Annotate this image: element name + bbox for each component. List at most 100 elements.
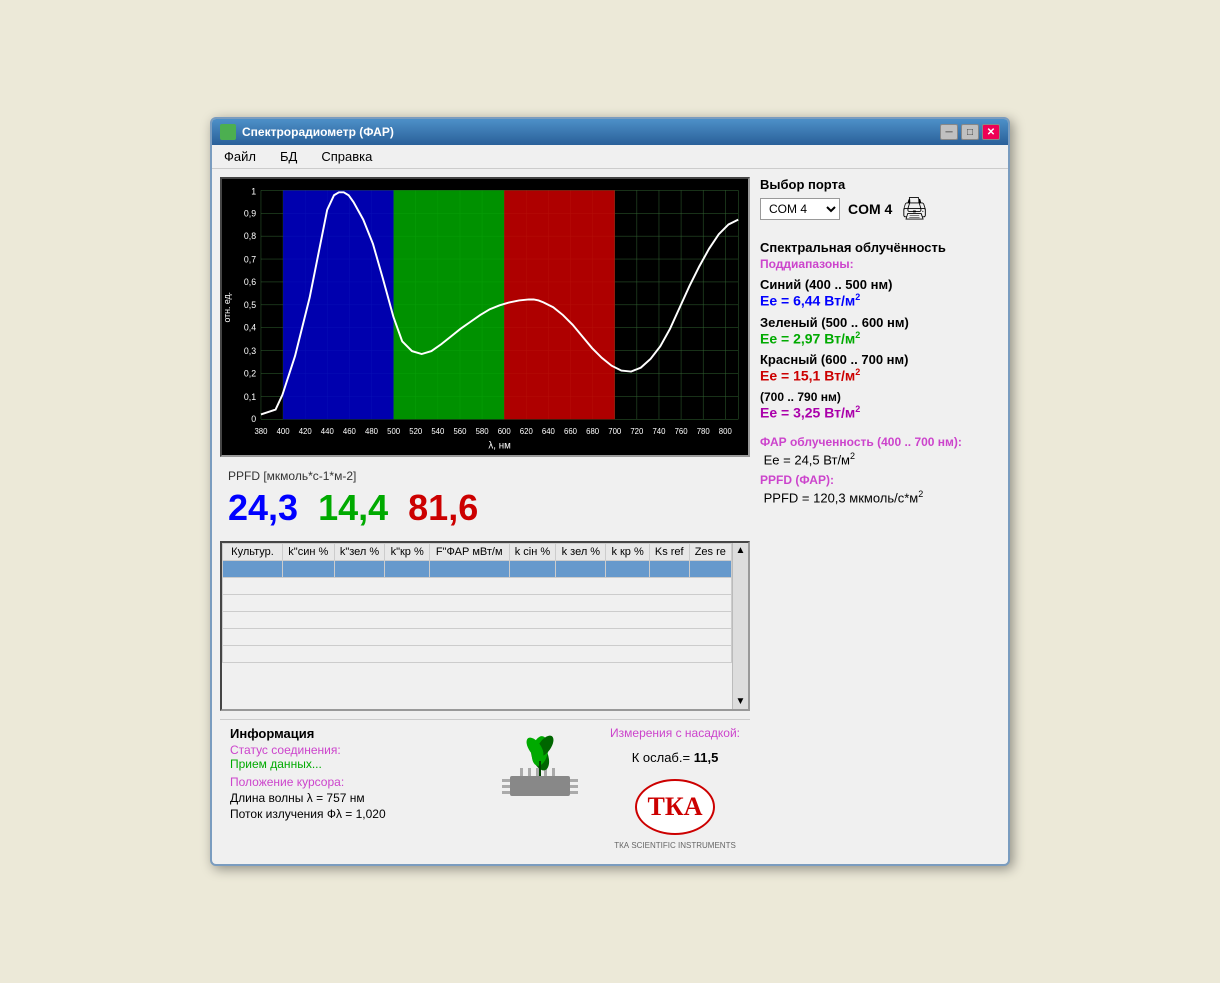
- data-table-container: Культур. k"син % k"зел % k"кр % F"ФАР мВ…: [220, 541, 750, 711]
- spectrum-chart: 1 0,9 0,8 0,7 0,6 0,5 0,4 0,3 0,2 0,1 0 …: [220, 177, 750, 457]
- svg-text:0,9: 0,9: [244, 209, 256, 219]
- svg-text:560: 560: [453, 427, 467, 436]
- svg-text:380: 380: [254, 427, 268, 436]
- far-section-label: ФАР облученность (400 .. 700 нм):: [760, 435, 1000, 449]
- k-value: 11,5: [694, 750, 719, 765]
- cell-kkr: [385, 561, 429, 578]
- info-left: Информация Статус соединения: Прием данн…: [230, 726, 470, 821]
- svg-text:440: 440: [321, 427, 335, 436]
- table-header-row: Культур. k"син % k"зел % k"кр % F"ФАР мВ…: [223, 544, 732, 561]
- window-title: Спектрорадиометр (ФАР): [242, 125, 394, 139]
- wavelength-label: Длина волны λ: [230, 791, 313, 805]
- spectral-section: Спектральная облучённость Поддиапазоны: …: [760, 234, 1000, 421]
- menu-db[interactable]: БД: [276, 147, 301, 166]
- ppfd-far-value: PPFD = 120,3 мкмоль/с*м2: [760, 489, 1000, 505]
- cell-ffar: [429, 561, 509, 578]
- info-title: Информация: [230, 726, 470, 741]
- red-band-value: Ее = 15,1 Вт/м2: [760, 367, 1000, 384]
- wavelength-value: = 757 нм: [316, 791, 365, 805]
- table-scroll[interactable]: Культур. k"син % k"зел % k"кр % F"ФАР мВ…: [222, 543, 732, 709]
- svg-text:0,8: 0,8: [244, 231, 256, 241]
- tka-logo: ТКА: [635, 779, 715, 835]
- menu-help[interactable]: Справка: [317, 147, 376, 166]
- cell-zesre: [689, 561, 731, 578]
- printer-icon[interactable]: 🖨: [900, 196, 928, 222]
- svg-text:0,3: 0,3: [244, 346, 256, 356]
- svg-text:отн. ед.: отн. ед.: [222, 292, 232, 323]
- green-band-label: Зеленый (500 .. 600 нм): [760, 315, 1000, 330]
- svg-text:0,1: 0,1: [244, 392, 256, 402]
- ppfd-far-label: PPFD (ФАР):: [760, 473, 1000, 487]
- svg-text:520: 520: [409, 427, 423, 436]
- info-section: Информация Статус соединения: Прием данн…: [220, 719, 750, 856]
- k-row: К ослаб.= 11,5: [632, 750, 719, 765]
- col-kkr: k"кр %: [385, 544, 429, 561]
- menu-file[interactable]: Файл: [220, 147, 260, 166]
- position-label: Положение курсора:: [230, 775, 470, 789]
- flux-value: = 1,020: [345, 807, 385, 821]
- svg-text:760: 760: [675, 427, 689, 436]
- svg-text:640: 640: [542, 427, 556, 436]
- col-ksref: Ks ref: [649, 544, 689, 561]
- table-row[interactable]: [223, 629, 732, 646]
- svg-text:800: 800: [719, 427, 733, 436]
- table-row[interactable]: [223, 595, 732, 612]
- svg-text:540: 540: [431, 427, 445, 436]
- status-label: Статус соединения:: [230, 743, 470, 757]
- measurement-label: Измерения с насадкой:: [610, 726, 740, 740]
- cell-kkr2: [606, 561, 650, 578]
- spectral-title: Спектральная облучённость: [760, 240, 1000, 255]
- svg-text:680: 680: [586, 427, 600, 436]
- cell-kzel2: [556, 561, 606, 578]
- svg-text:720: 720: [630, 427, 644, 436]
- far-band-label: (700 .. 790 нм): [760, 390, 1000, 404]
- svg-text:400: 400: [277, 427, 291, 436]
- table-row[interactable]: [223, 561, 732, 578]
- col-ksin2: k сін %: [509, 544, 556, 561]
- minimize-button[interactable]: ─: [940, 124, 958, 140]
- svg-text:0: 0: [251, 414, 256, 424]
- scrollbar-vertical[interactable]: ▲ ▼: [732, 543, 748, 709]
- port-section: Выбор порта COM 1 COM 2 COM 3 COM 4 COM …: [760, 177, 1000, 222]
- main-window: Спектрорадиометр (ФАР) ─ □ ✕ Файл БД Спр…: [210, 117, 1010, 866]
- cell-kzel: [334, 561, 385, 578]
- flux-label: Поток излучения Фλ: [230, 807, 342, 821]
- ppfd-blue-value: 24,3: [228, 487, 298, 529]
- blue-band-value: Ее = 6,44 Вт/м2: [760, 292, 1000, 309]
- green-band-value: Ее = 2,97 Вт/м2: [760, 330, 1000, 347]
- svg-text:580: 580: [476, 427, 490, 436]
- right-panel: Выбор порта COM 1 COM 2 COM 3 COM 4 COM …: [760, 177, 1000, 856]
- ppfd-values: 24,3 14,4 81,6: [228, 487, 742, 529]
- measurement-section: Измерения с насадкой: К ослаб.= 11,5 ТКА…: [610, 726, 740, 850]
- red-band-label: Красный (600 .. 700 нм): [760, 352, 1000, 367]
- far-section: ФАР облученность (400 .. 700 нм): Ее = 2…: [760, 435, 1000, 506]
- ppfd-section: PPFD [мкмоль*с-1*м-2] 24,3 14,4 81,6: [220, 465, 750, 533]
- svg-text:0,7: 0,7: [244, 254, 256, 264]
- table-row[interactable]: [223, 612, 732, 629]
- port-select[interactable]: COM 1 COM 2 COM 3 COM 4 COM 5: [760, 198, 840, 220]
- maximize-button[interactable]: □: [961, 124, 979, 140]
- svg-text:0,2: 0,2: [244, 368, 256, 378]
- table-row[interactable]: [223, 646, 732, 663]
- col-ffar: F"ФАР мВт/м: [429, 544, 509, 561]
- svg-text:0,5: 0,5: [244, 300, 256, 310]
- svg-text:1: 1: [251, 186, 256, 196]
- col-zesre: Zes re: [689, 544, 731, 561]
- col-kkr2: k кр %: [606, 544, 650, 561]
- svg-text:0,4: 0,4: [244, 323, 256, 333]
- far-ee-value: Ее = 24,5 Вт/м2: [760, 451, 1000, 467]
- flux-row: Поток излучения Фλ = 1,020: [230, 807, 470, 821]
- far-band-value: Ее = 3,25 Вт/м2: [760, 404, 1000, 421]
- menubar: Файл БД Справка: [212, 145, 1008, 169]
- svg-text:λ, нм: λ, нм: [488, 441, 511, 452]
- col-kzel: k"зел %: [334, 544, 385, 561]
- table-row[interactable]: [223, 578, 732, 595]
- wavelength-row: Длина волны λ = 757 нм: [230, 791, 470, 805]
- col-culture: Культур.: [223, 544, 283, 561]
- close-button[interactable]: ✕: [982, 124, 1000, 140]
- titlebar: Спектрорадиометр (ФАР) ─ □ ✕: [212, 119, 1008, 145]
- svg-text:480: 480: [365, 427, 379, 436]
- port-display: COM 4: [848, 201, 892, 217]
- titlebar-left: Спектрорадиометр (ФАР): [220, 124, 394, 140]
- spectral-subtitle: Поддиапазоны:: [760, 257, 1000, 271]
